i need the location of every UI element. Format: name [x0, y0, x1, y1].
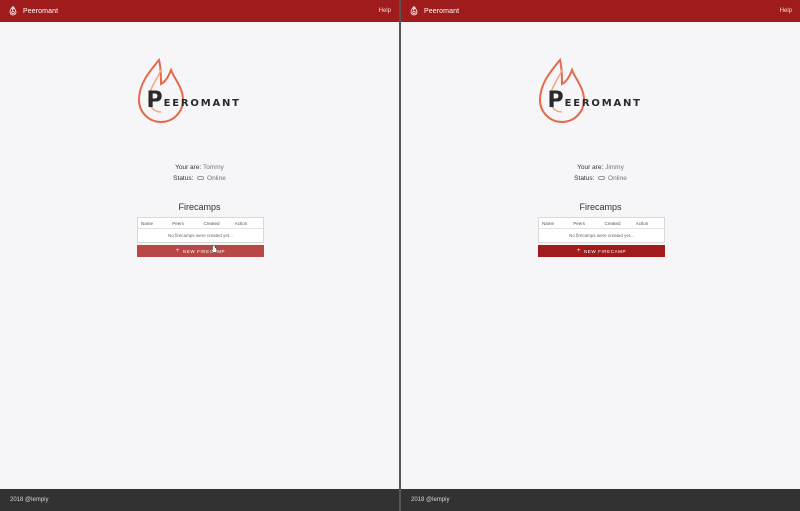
wordmark-rest: EEROMANT	[163, 98, 241, 109]
table-header: Name Peers Created Action	[138, 218, 263, 229]
dual-window-screen: Peeromant Help P EEROMANT Your are: Tomm…	[0, 0, 800, 511]
user-identity: Your are: Jimmy Status: Online	[401, 162, 800, 184]
logo-hero: P EEROMANT	[0, 58, 399, 124]
firecamps-title: Firecamps	[579, 202, 622, 212]
app-window-right: Peeromant Help P EEROMANT Your are: Jimm…	[401, 0, 800, 511]
plus-icon: +	[576, 248, 581, 254]
column-header-peers[interactable]: Peers	[570, 221, 601, 226]
footer-text: 2018 @lempiy	[411, 497, 450, 503]
logo-hero: P EEROMANT	[401, 58, 800, 124]
firecamps-title: Firecamps	[178, 202, 221, 212]
status-key: Status:	[173, 175, 194, 182]
status-value: Online	[608, 175, 627, 182]
table-header: Name Peers Created Action	[539, 218, 664, 229]
user-line: Your are: Jimmy	[401, 162, 800, 173]
app-name: Peeromant	[424, 7, 460, 15]
top-navbar: Peeromant Help	[0, 0, 399, 22]
flame-icon	[409, 6, 419, 16]
column-header-created[interactable]: Created	[602, 221, 633, 226]
wordmark-initial: P	[547, 88, 564, 113]
footer: 2018 @lempiy	[0, 489, 399, 511]
footer-text: 2018 @lempiy	[10, 497, 49, 503]
flame-icon	[8, 6, 18, 16]
plus-icon: +	[175, 248, 180, 254]
status-key: Status:	[574, 175, 595, 182]
column-header-name[interactable]: Name	[539, 221, 570, 226]
empty-table-row: No firecamps were created yet...	[168, 233, 233, 238]
top-navbar: Peeromant Help	[401, 0, 800, 22]
app-window-left: Peeromant Help P EEROMANT Your are: Tomm…	[0, 0, 399, 511]
brand-link[interactable]: Peeromant	[8, 6, 379, 16]
user-name: Jimmy	[605, 164, 624, 171]
column-header-created[interactable]: Created	[201, 221, 232, 226]
help-link[interactable]: Help	[379, 8, 391, 14]
peeromant-logo: P EEROMANT	[135, 58, 265, 124]
wordmark: P EEROMANT	[147, 90, 241, 112]
status-pill-icon	[598, 176, 606, 181]
help-link[interactable]: Help	[780, 8, 792, 14]
user-line: Your are: Tommy	[0, 162, 399, 173]
user-name: Tommy	[202, 164, 224, 171]
new-firecamp-label: NEW FIRECAMP	[583, 248, 627, 254]
column-header-action[interactable]: Action	[633, 221, 664, 226]
new-firecamp-button[interactable]: + NEW FIRECAMP	[137, 245, 264, 257]
brand-link[interactable]: Peeromant	[409, 6, 780, 16]
new-firecamp-label: NEW FIRECAMP	[182, 248, 226, 254]
app-name: Peeromant	[23, 7, 59, 15]
user-identity: Your are: Tommy Status: Online	[0, 162, 399, 184]
column-header-peers[interactable]: Peers	[169, 221, 200, 226]
status-value: Online	[207, 175, 226, 182]
wordmark-rest: EEROMANT	[564, 98, 642, 109]
firecamps-table: Name Peers Created Action No firecamps w…	[538, 217, 665, 243]
wordmark: P EEROMANT	[548, 90, 642, 112]
wordmark-initial: P	[146, 88, 163, 113]
firecamps-table: Name Peers Created Action No firecamps w…	[137, 217, 264, 243]
hand-cursor-icon	[210, 245, 218, 253]
status-line: Status: Online	[0, 173, 399, 184]
footer: 2018 @lempiy	[401, 489, 800, 511]
column-header-action[interactable]: Action	[232, 221, 263, 226]
new-firecamp-button[interactable]: + NEW FIRECAMP	[538, 245, 665, 257]
status-pill-icon	[197, 176, 205, 181]
empty-table-row: No firecamps were created yet...	[569, 233, 634, 238]
user-key: Your are:	[577, 164, 604, 171]
status-line: Status: Online	[401, 173, 800, 184]
column-header-name[interactable]: Name	[138, 221, 169, 226]
user-key: Your are:	[175, 164, 202, 171]
peeromant-logo: P EEROMANT	[536, 58, 666, 124]
